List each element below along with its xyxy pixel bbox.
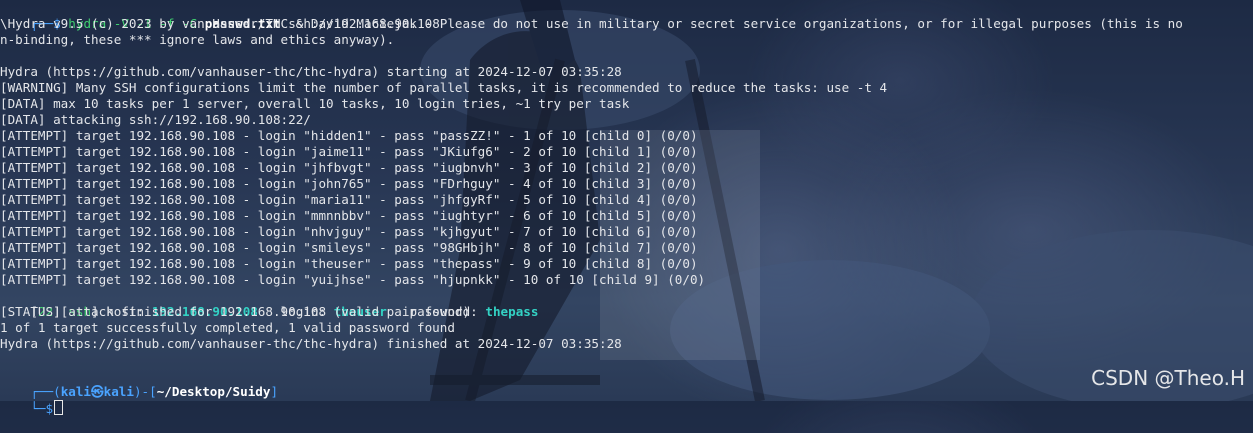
password-value: thepass [485, 304, 539, 319]
attempt-line: [ATTEMPT] target 192.168.90.108 - login … [0, 160, 698, 175]
shell-input-line[interactable]: └─$ [0, 384, 64, 416]
attempt-line: [ATTEMPT] target 192.168.90.108 - login … [0, 144, 698, 159]
found-credentials-line: [22][ssh] host: 192.168.90.108 login: th… [0, 288, 538, 319]
attempt-line: [ATTEMPT] target 192.168.90.108 - login … [0, 240, 698, 255]
attempt-line: [ATTEMPT] target 192.168.90.108 - login … [0, 224, 698, 239]
finished-line: Hydra (https://github.com/vanhauser-thc/… [0, 336, 622, 351]
shell-prompt-header: ┌──(kali㉿kali)-[~/Desktop/Suidy] [0, 368, 278, 399]
attempt-line: [ATTEMPT] target 192.168.90.108 - login … [0, 208, 698, 223]
output-line: [DATA] max 10 tasks per 1 server, overal… [0, 96, 630, 111]
attempt-line: [ATTEMPT] target 192.168.90.108 - login … [0, 256, 698, 271]
output-line: [WARNING] Many SSH configurations limit … [0, 80, 888, 95]
attempt-line: [ATTEMPT] target 192.168.90.108 - login … [0, 192, 698, 207]
command-prompt-line: ┌──$ hydra -V -I -f -C passwd.txt ssh://… [0, 0, 440, 31]
attempt-line: [ATTEMPT] target 192.168.90.108 - login … [0, 128, 698, 143]
prompt-corner: └─ [30, 401, 46, 416]
summary-line: 1 of 1 target successfully completed, 1 … [0, 320, 455, 335]
terminal-window[interactable]: ┌──$ hydra -V -I -f -C passwd.txt ssh://… [0, 0, 1253, 416]
output-line: [DATA] attacking ssh://192.168.90.108:22… [0, 112, 311, 127]
attempt-line: [ATTEMPT] target 192.168.90.108 - login … [0, 272, 706, 287]
output-line: \Hydra v9.5 (c) 2023 by van Hauser/THC &… [0, 16, 1183, 31]
prompt-separator: )-[ [133, 384, 157, 399]
prompt-user-host: kali㉿kali [60, 384, 134, 399]
watermark: CSDN @Theo.H [1091, 366, 1245, 390]
output-line: Hydra (https://github.com/vanhauser-thc/… [0, 64, 622, 79]
prompt-close: ] [270, 384, 279, 399]
prompt-cwd: ~/Desktop/Suidy [156, 384, 271, 399]
status-line: [STATUS] attack finished for 192.168.90.… [0, 304, 471, 319]
prompt-dollar: $ [45, 401, 54, 416]
attempt-line: [ATTEMPT] target 192.168.90.108 - login … [0, 176, 698, 191]
text-cursor [54, 400, 64, 415]
output-line: n-binding, these *** ignore laws and eth… [0, 32, 395, 47]
